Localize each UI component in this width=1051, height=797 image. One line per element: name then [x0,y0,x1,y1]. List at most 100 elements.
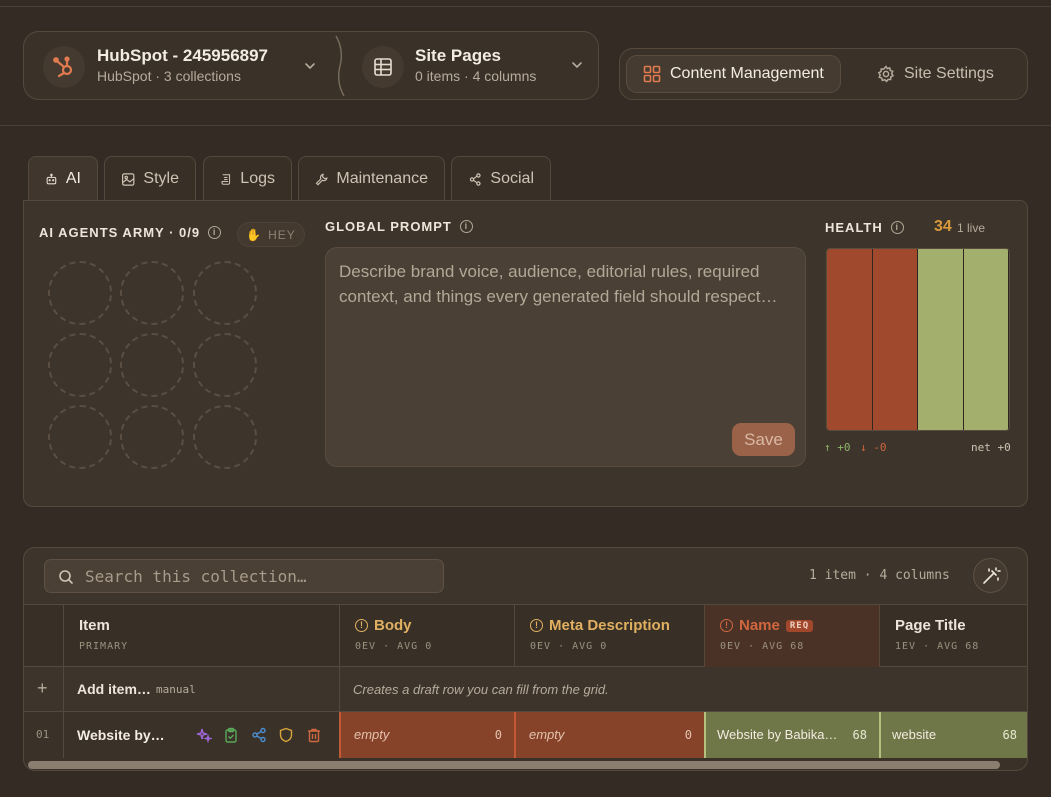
hey-button[interactable]: ✋ HEY [237,222,305,247]
health-heading: HEALTH i [825,220,904,235]
cell-name-score: 68 [852,728,867,742]
tab-style-label: Style [143,170,179,187]
tab-logs-label: Logs [240,170,275,187]
chevron-down-icon[interactable] [303,59,317,73]
cell-meta-score: 0 [684,728,692,742]
agent-slot[interactable] [120,261,184,325]
tab-logs[interactable]: Logs [203,156,292,201]
gear-icon [877,65,895,83]
plus-icon[interactable]: + [37,678,48,699]
agent-slot[interactable] [120,405,184,469]
health-score: 34 [934,218,952,235]
chevron-down-icon[interactable] [570,58,584,72]
column-meta-description[interactable]: ! Meta Description 0EV · AVG 0 [514,605,704,667]
cell-body[interactable]: empty 0 [339,712,514,758]
scroll-icon [221,173,231,185]
content-management-button[interactable]: Content Management [626,55,841,93]
row-item-name[interactable]: Website by… [77,727,165,743]
cell-page-title-text: website [892,727,937,742]
cell-page-title[interactable]: website 68 [879,712,1027,758]
magic-wand-icon [982,566,1001,584]
column-item-sub: PRIMARY [79,641,129,652]
tab-social-label: Social [490,170,534,187]
agent-slot[interactable] [48,261,112,325]
agent-slot[interactable] [120,333,184,397]
robot-icon [46,173,57,184]
health-chart [826,248,1010,431]
row-index: 01 [36,728,50,741]
source-subtitle: HubSpot · 3 collections [97,68,241,84]
main-nav: Content Management Site Settings [619,48,1028,100]
header-divider [0,125,1051,126]
top-divider [0,6,1051,7]
health-down: ↓ -0 [860,441,887,454]
site-settings-button[interactable]: Site Settings [861,55,1010,93]
shield-icon[interactable] [278,727,294,743]
column-name-sub: 0EV · AVG 68 [720,641,805,652]
source-selector: HubSpot - 245956897 HubSpot · 3 collecti… [23,31,599,100]
cell-meta-description[interactable]: empty 0 [514,712,704,758]
required-badge: REQ [785,619,814,632]
grid-icon [643,65,661,83]
column-item[interactable]: Item PRIMARY [63,605,339,667]
magic-wand-button[interactable] [973,558,1008,593]
column-name[interactable]: ! Name REQ 0EV · AVG 68 [704,605,879,667]
add-item-tag: manual [156,683,196,696]
cell-name[interactable]: Website by Babika… 68 [704,712,879,758]
global-prompt-heading-text: GLOBAL PROMPT [325,219,452,234]
search-field [44,559,444,593]
column-body[interactable]: ! Body 0EV · AVG 0 [339,605,514,667]
image-icon [122,172,135,186]
agent-slot[interactable] [193,333,257,397]
add-item-row[interactable]: + Add item… manual Creates a draft row y… [24,667,1027,712]
warning-icon: ! [355,619,368,632]
table-row[interactable]: 01 Website by… empty 0 empty 0 Website b… [24,712,1027,758]
search-input[interactable] [85,560,435,592]
tab-style[interactable]: Style [104,156,196,201]
hubspot-icon [43,46,85,88]
share-icon[interactable] [251,727,267,743]
info-icon[interactable]: i [890,221,904,234]
health-up: ↑ +0 [824,441,851,454]
column-divider [339,667,340,712]
collection-count: 1 item · 4 columns [809,568,950,583]
tab-social[interactable]: Social [451,156,551,201]
source-title[interactable]: HubSpot - 245956897 [97,46,268,66]
tab-ai-label: AI [65,170,81,187]
tab-maintenance-label: Maintenance [336,170,428,187]
info-icon[interactable]: i [459,220,473,233]
scrollbar-thumb[interactable] [28,761,1000,769]
tab-maintenance[interactable]: Maintenance [298,156,445,201]
health-bar-bad [872,249,917,430]
agent-slot[interactable] [193,261,257,325]
agent-slot[interactable] [48,405,112,469]
health-live-count: 1 live [957,221,986,235]
share-icon [469,172,481,186]
horizontal-scrollbar[interactable] [24,758,1027,770]
search-icon [59,570,74,585]
wrench-icon [315,173,328,185]
health-net: net +0 [971,441,1011,454]
add-item-label[interactable]: Add item… [77,681,151,697]
content-management-label: Content Management [670,65,824,82]
wave-icon: ✋ [246,227,263,242]
column-page-title[interactable]: Page Title 1EV · AVG 68 [879,605,1027,667]
agent-slot[interactable] [193,405,257,469]
trash-icon[interactable] [306,727,322,743]
info-icon[interactable]: i [208,226,222,239]
column-item-title: Item [79,617,110,634]
add-item-hint: Creates a draft row you can fill from th… [353,682,609,697]
site-settings-label: Site Settings [904,65,994,82]
sparkles-icon[interactable] [196,727,212,743]
table-icon [362,46,404,88]
column-divider [63,712,64,758]
collection-title[interactable]: Site Pages [415,46,501,66]
save-prompt-button[interactable]: Save [732,423,795,456]
column-page-title-title: Page Title [895,617,966,634]
agent-slot[interactable] [48,333,112,397]
tab-ai[interactable]: AI [28,156,98,201]
column-divider [63,667,64,712]
cell-page-title-score: 68 [1002,728,1017,742]
clipboard-check-icon[interactable] [223,727,239,743]
column-name-title: Name [739,617,780,634]
